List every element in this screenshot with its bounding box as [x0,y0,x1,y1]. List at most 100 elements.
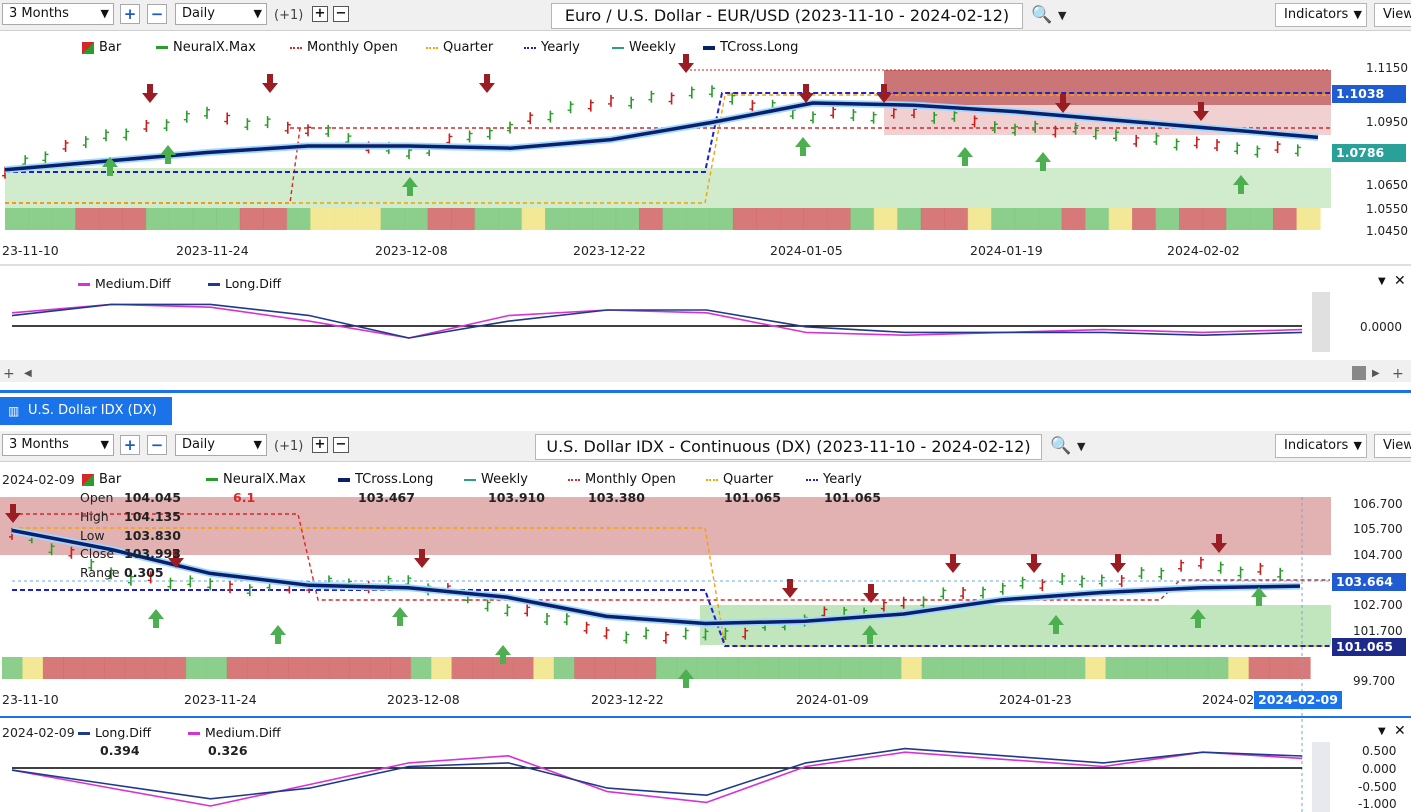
legend-monthly-open: Monthly Open [568,472,676,487]
monthly-open-line [12,513,1330,601]
zone-cell [873,208,898,230]
zone-cell [756,208,781,230]
date-tick: 2023-12-08 [387,692,460,707]
legend-weekly: Weekly [464,472,528,487]
bar-icon [82,41,94,54]
y-tick: 102.700 [1353,598,1403,612]
tcross-swatch-icon [703,45,715,50]
zone-cell [310,208,335,230]
long-diff-line [11,747,1303,800]
zone-cell [592,208,617,230]
zone-cell [574,657,596,679]
y-tick: 104.700 [1353,548,1403,562]
zone-cell [880,657,902,679]
zone-cell [1146,657,1168,679]
zone-cell [1061,208,1086,230]
view-button[interactable]: View [1374,434,1411,458]
zone-cell [369,657,391,679]
weekly-swatch-icon [612,46,624,49]
date-tick: 2024-01-19 [970,243,1043,258]
zone-cell [1064,657,1086,679]
search-icon[interactable]: 🔍 [1050,436,1071,456]
legend-yearly: Yearly [524,40,580,55]
zone-cell [169,208,194,230]
symbol-title[interactable]: U.S. Dollar IDX - Continuous (DX) (2023-… [535,434,1042,460]
date-tick: 2023-12-22 [573,243,646,258]
price-badge-yearly-text: 1.1038 [1336,86,1385,101]
chevron-down-icon: ▼ [100,438,109,451]
zone-cell [52,208,77,230]
zone-cell [226,657,248,679]
zone-cell [216,208,241,230]
close-icon[interactable]: ✕ [1394,273,1406,289]
zoom-in-button[interactable]: + [120,435,140,455]
zone-cell [1085,657,1107,679]
legend-yearly-value: 101.065 [824,490,881,505]
ohlc-high-label: High [80,509,109,524]
date-tick: 2024-02-02 [1167,243,1240,258]
chevron-down-icon[interactable]: ▼ [1077,440,1085,453]
y-tick: 105.700 [1353,522,1403,536]
date-tick: 23-11-10 [2,243,59,258]
range-select[interactable]: 3 Months ▼ [2,434,114,456]
legend-tcross-value: 103.467 [358,490,415,505]
price-badge-last-text: 1.0786 [1336,145,1385,160]
add-pane-icon[interactable]: + [3,366,15,382]
zone-cell [1187,657,1209,679]
zone-cell [1003,657,1025,679]
zone-cell [1296,208,1321,230]
legend-yearly: Yearly [806,472,862,487]
legend-bar: Bar [82,472,121,487]
collapse-icon[interactable]: ▼ [1378,276,1386,287]
sell-arrow [1026,554,1042,573]
add-button[interactable]: + [312,437,328,453]
long-diff-swatch-icon [78,732,90,735]
zone-cell [839,657,861,679]
legend-quarter-label: Quarter [723,472,774,487]
sub-y-tick: -0.500 [1358,780,1397,794]
zone-cell [1085,208,1110,230]
zone-cell [1155,208,1180,230]
buy-arrow [495,645,511,664]
ohlc-high-value: 104.135 [124,509,181,524]
close-icon[interactable]: ✕ [1394,723,1406,739]
scroll-thumb[interactable] [1352,366,1366,380]
remove-button[interactable]: − [333,437,349,453]
zone-cell [944,208,969,230]
legend-tcross: TCross.Long [338,472,433,487]
zone-cell [921,657,943,679]
zone-cell [758,657,780,679]
indicators-label: Indicators [1284,438,1349,453]
zone-cell [901,657,923,679]
tab-dx[interactable]: ▥ U.S. Dollar IDX (DX) [0,397,172,425]
zone-cell [329,657,350,679]
legend-weekly-value: 103.910 [488,490,545,505]
zone-cell [286,208,311,230]
eurusd-chart[interactable] [0,0,1411,390]
zone-cell [615,208,640,230]
zone-cell [380,208,405,230]
zoom-out-button[interactable]: − [147,435,167,455]
zone-cell [63,657,85,679]
zone-cell [1248,657,1270,679]
interval-select[interactable]: Daily ▼ [175,434,267,456]
zone-cell [676,657,698,679]
sub-y-tick: 0.500 [1362,744,1397,758]
legend-long-diff: Long.Diff [208,276,281,291]
support-zone [700,605,1331,645]
scroll-left-icon[interactable]: ◀ [24,368,32,379]
legend-monthly-value: 103.380 [588,490,645,505]
zone-cell [98,208,123,230]
zone-cell [1038,208,1063,230]
add-pane-right-icon[interactable]: + [1392,366,1404,382]
zone-cell [1105,657,1127,679]
collapse-icon[interactable]: ▼ [1378,726,1386,737]
sub-cursor-date: 2024-02-09 [2,725,75,740]
ohlc-low-value: 103.830 [124,528,181,543]
legend-medium-diff-value: 0.326 [208,743,248,758]
indicators-button[interactable]: Indicators ▼ [1275,434,1367,458]
zone-cell [920,208,945,230]
bottom-toolbar: 3 Months ▼ + − Daily ▼ (+1) + − U.S. Dolla… [0,431,1411,462]
scroll-right-icon[interactable]: ▶ [1372,368,1380,379]
y-tick: 1.0650 [1366,178,1408,192]
